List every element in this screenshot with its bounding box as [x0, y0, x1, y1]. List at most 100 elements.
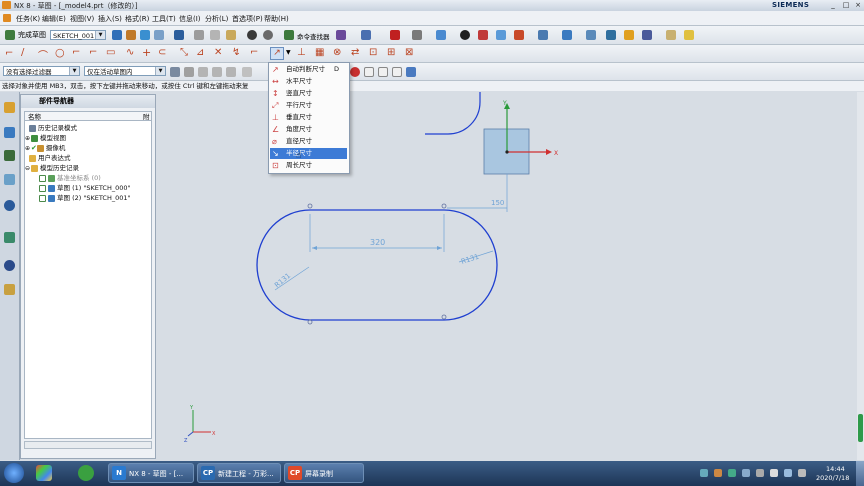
- menu-analysis[interactable]: 分析(L): [205, 14, 228, 24]
- view-red-icon[interactable]: [478, 30, 488, 40]
- tree-item-sketch-001[interactable]: 草图 (2) "SKETCH_001": [39, 193, 131, 203]
- filter-icon[interactable]: [170, 67, 180, 77]
- update-model-icon[interactable]: [140, 30, 150, 40]
- tray-app-icon[interactable]: [714, 469, 722, 477]
- menu-item-inferred-dimension[interactable]: ↗ 自动判断尺寸 D: [270, 64, 347, 75]
- tray-network-icon[interactable]: [700, 469, 708, 477]
- menu-tools[interactable]: 工具(T): [152, 14, 176, 24]
- tree-item-model-history[interactable]: ⊖ 模型历史记录: [25, 163, 79, 173]
- tray-wifi-icon[interactable]: [798, 469, 806, 477]
- fit-view-icon[interactable]: [390, 30, 400, 40]
- offset-icon[interactable]: ⤡: [180, 47, 188, 58]
- point-on-face-icon[interactable]: [406, 67, 416, 77]
- show-desktop-button[interactable]: [856, 461, 864, 486]
- taskbar-button-recording[interactable]: CP 屏幕录制: [284, 463, 364, 483]
- dimension-radius-right-label[interactable]: R131: [460, 253, 480, 266]
- tree-item-history-mode[interactable]: 历史记录模式: [29, 123, 77, 133]
- menu-item-diameter-dimension[interactable]: ⌀ 直径尺寸: [270, 136, 347, 147]
- trim-icon[interactable]: ✕: [214, 47, 222, 58]
- tools-icon[interactable]: [642, 30, 652, 40]
- history-icon[interactable]: [4, 260, 15, 271]
- tree-item-sketch-000[interactable]: 草图 (1) "SKETCH_000": [39, 183, 131, 193]
- menu-format[interactable]: 格式(R): [125, 14, 149, 24]
- clock-time[interactable]: 14:44: [826, 465, 845, 473]
- snap-point-icon[interactable]: [184, 67, 194, 77]
- scroll-thumb[interactable]: [858, 414, 863, 442]
- command-finder-icon[interactable]: [284, 30, 294, 40]
- section-icon[interactable]: [514, 30, 524, 40]
- selection-scope-select[interactable]: 仅在活动草图内 ▼: [84, 66, 166, 76]
- assembly-navigator-icon[interactable]: [4, 102, 15, 113]
- polygon-icon[interactable]: ∿: [126, 47, 134, 58]
- tree-item-user-expressions[interactable]: 用户表达式: [29, 153, 71, 163]
- quicklaunch-icon[interactable]: [78, 465, 94, 481]
- menu-item-perpendicular-dimension[interactable]: ⊥ 垂直尺寸: [270, 112, 347, 123]
- save-icon[interactable]: [174, 30, 184, 40]
- clock-date[interactable]: 2020/7/18: [816, 474, 849, 482]
- tray-flag-icon[interactable]: [770, 469, 778, 477]
- menu-task[interactable]: 任务(K): [16, 14, 40, 24]
- menu-item-parallel-dimension[interactable]: ⤢ 平行尺寸: [270, 100, 347, 111]
- chamfer-icon[interactable]: ⌐: [89, 47, 97, 58]
- selection-filter-select[interactable]: 没有选择过滤器 ▼: [3, 66, 80, 76]
- part-navigator-icon[interactable]: [4, 150, 15, 161]
- csys-origin[interactable]: [505, 150, 509, 154]
- measure-icon[interactable]: [606, 30, 616, 40]
- navigator-hscrollbar[interactable]: [24, 441, 152, 449]
- constraint-icon[interactable]: ⊥: [297, 47, 306, 58]
- endpoint-icon[interactable]: [198, 67, 208, 77]
- existing-point-icon[interactable]: [364, 67, 374, 77]
- profile-icon[interactable]: ⌐: [5, 48, 13, 59]
- render-style-icon[interactable]: [460, 30, 470, 40]
- chevron-down-icon[interactable]: ▼: [286, 49, 291, 56]
- sketch-tools-icon[interactable]: [154, 30, 164, 40]
- convert-icon[interactable]: ⊡: [369, 47, 377, 58]
- palette-icon[interactable]: [4, 232, 15, 243]
- dimension-offset-label[interactable]: 150: [491, 199, 504, 207]
- arc-end-point[interactable]: [441, 314, 447, 320]
- relations-icon[interactable]: ⇄: [351, 47, 359, 58]
- orient-view-icon[interactable]: [112, 30, 122, 40]
- fillet-icon[interactable]: ⌐: [72, 47, 80, 58]
- orient-icon[interactable]: [538, 30, 548, 40]
- box-select-icon[interactable]: [242, 67, 252, 77]
- finish-sketch-button[interactable]: 完成草图: [18, 30, 46, 40]
- properties-icon[interactable]: [586, 30, 596, 40]
- reuse-library-icon[interactable]: [4, 174, 15, 185]
- checkbox-icon[interactable]: [39, 174, 46, 182]
- taskbar-button-project[interactable]: CP 新建工程 - 万彩...: [197, 463, 281, 483]
- layer-icon[interactable]: [562, 30, 572, 40]
- highlight-icon[interactable]: [684, 30, 694, 40]
- arc-icon[interactable]: ⌒: [38, 47, 48, 62]
- rotate-icon[interactable]: [412, 30, 422, 40]
- snap-icon[interactable]: [361, 30, 371, 40]
- corner-icon[interactable]: ⌐: [250, 47, 258, 58]
- graphics-vscrollbar[interactable]: [857, 92, 864, 460]
- arc-center-point[interactable]: [441, 203, 447, 209]
- info-icon[interactable]: [624, 30, 634, 40]
- show-constraints-icon[interactable]: ⊗: [333, 47, 341, 58]
- mirror-icon[interactable]: ⊿: [196, 47, 204, 58]
- menu-item-radius-dimension[interactable]: ↘ 半径尺寸: [270, 148, 347, 159]
- copy-icon[interactable]: [210, 30, 220, 40]
- line-icon[interactable]: /: [21, 47, 24, 58]
- checkbox-icon[interactable]: [39, 194, 46, 202]
- auto-constraint-icon[interactable]: ▦: [315, 47, 324, 58]
- tray-volume-icon[interactable]: [784, 469, 792, 477]
- tree-item-model-views[interactable]: ⊕ 模型视图: [25, 133, 66, 143]
- menu-item-vertical-dimension[interactable]: ↕ 竖直尺寸: [270, 88, 347, 99]
- midpoint-icon[interactable]: [212, 67, 222, 77]
- web-browser-icon[interactable]: [4, 200, 15, 211]
- dimension-dropdown-icon[interactable]: ↗: [270, 47, 284, 60]
- menu-item-horizontal-dimension[interactable]: ↔ 水平尺寸: [270, 76, 347, 87]
- quadrant-icon[interactable]: [392, 67, 402, 77]
- minimize-button[interactable]: _: [826, 1, 840, 9]
- alternate-icon[interactable]: ⊞: [387, 47, 395, 58]
- ellipse-icon[interactable]: ⊂: [158, 47, 166, 58]
- reattach-icon[interactable]: [126, 30, 136, 40]
- circle-icon[interactable]: ○: [55, 46, 65, 59]
- tray-input-icon[interactable]: [742, 469, 750, 477]
- existing-sketch-curve[interactable]: [425, 92, 481, 135]
- intersection-icon[interactable]: [226, 67, 236, 77]
- system-materials-icon[interactable]: [4, 284, 15, 295]
